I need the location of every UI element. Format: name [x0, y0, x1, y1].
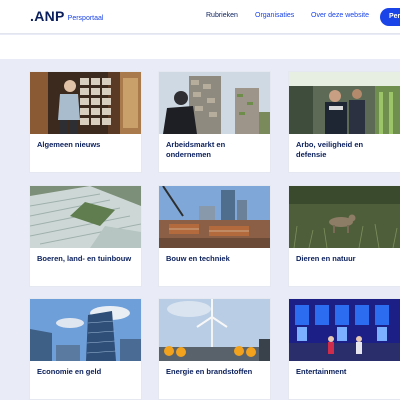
security-officer-photo	[289, 72, 400, 134]
category-card-boeren[interactable]: Boeren, land- en tuinbouw	[30, 186, 141, 286]
category-label: Energie en brandstoffen	[166, 367, 253, 376]
category-card-algemeen-nieuws[interactable]: Algemeen nieuws	[30, 72, 141, 172]
office-towers-photo	[30, 299, 141, 361]
category-card-arbeidsmarkt[interactable]: Arbeidsmarkt en ondernemen	[159, 72, 270, 172]
logo-subtitle: Persportaal	[67, 15, 104, 22]
category-label: Algemeen nieuws	[37, 140, 101, 149]
category-label: Boeren, land- en tuinbouw	[37, 254, 132, 263]
stage-show-photo	[289, 299, 400, 361]
high-rise-photo	[159, 72, 270, 134]
nav-over-deze-website[interactable]: Over deze website	[311, 12, 369, 19]
greenhouses-photo	[30, 186, 141, 248]
category-label: Entertainment	[296, 367, 347, 376]
wind-turbine-photo	[159, 299, 270, 361]
logo-mark: .ANP	[30, 8, 65, 24]
header-cta-button[interactable]: Per	[380, 8, 400, 26]
category-card-dieren-natuur[interactable]: Dieren en natuur	[289, 186, 400, 286]
anp-logo[interactable]: .ANP Persportaal	[30, 8, 103, 24]
postcard-rack-photo	[30, 72, 141, 134]
nav-organisaties[interactable]: Organisaties	[255, 12, 294, 19]
header-spacer	[0, 35, 400, 59]
wolf-in-grass-photo	[289, 186, 400, 248]
category-card-economie-geld[interactable]: Economie en geld	[30, 299, 141, 399]
nav-rubrieken[interactable]: Rubrieken	[206, 12, 238, 19]
category-label: Economie en geld	[37, 367, 102, 376]
category-card-bouw-techniek[interactable]: Bouw en techniek	[159, 186, 270, 286]
category-card-entertainment[interactable]: Entertainment	[289, 299, 400, 399]
category-label: Bouw en techniek	[166, 254, 230, 263]
category-label: Dieren en natuur	[296, 254, 356, 263]
construction-site-photo	[159, 186, 270, 248]
site-header: .ANP Persportaal Rubrieken Organisaties …	[0, 0, 400, 34]
category-card-arbo-veiligheid[interactable]: Arbo, veiligheid en defensie	[289, 72, 400, 172]
category-label: Arbo, veiligheid en defensie	[296, 140, 364, 159]
category-card-energie[interactable]: Energie en brandstoffen	[159, 299, 270, 399]
category-label: Arbeidsmarkt en ondernemen	[166, 140, 226, 159]
